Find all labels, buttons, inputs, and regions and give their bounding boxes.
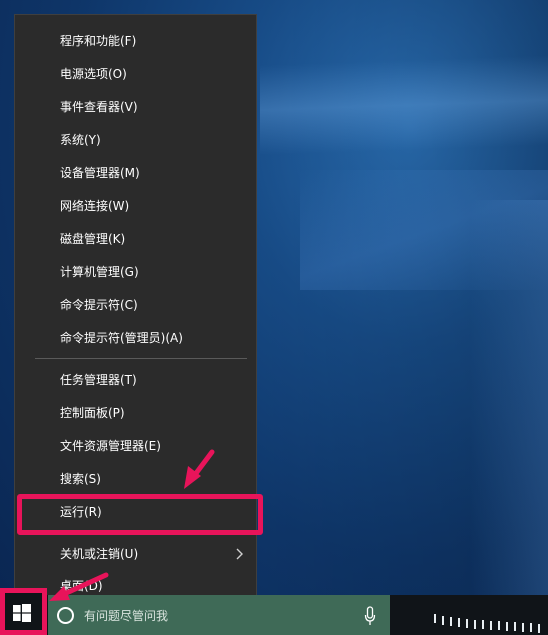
menu-item-desktop[interactable]: 桌面(D) (15, 571, 258, 597)
chevron-right-icon (236, 548, 243, 560)
menu-item-command-prompt-admin[interactable]: 命令提示符(管理员)(A) (15, 322, 258, 355)
menu-separator (35, 358, 247, 359)
wallpaper-window-pane (470, 200, 548, 620)
menu-item-search[interactable]: 搜索(S) (15, 463, 258, 496)
menu-item-disk-management[interactable]: 磁盘管理(K) (15, 223, 258, 256)
menu-item-computer-management[interactable]: 计算机管理(G) (15, 256, 258, 289)
highlight-box-run (17, 494, 263, 535)
menu-item-device-manager[interactable]: 设备管理器(M) (15, 157, 258, 190)
menu-item-system[interactable]: 系统(Y) (15, 124, 258, 157)
menu-item-shutdown-or-sign-out[interactable]: 关机或注销(U) (15, 538, 258, 571)
wallpaper-light-beam (260, 54, 548, 156)
cortana-icon (57, 607, 74, 624)
taskbar-icons (434, 614, 540, 633)
menu-item-power-options[interactable]: 电源选项(O) (15, 58, 258, 91)
menu-item-file-explorer[interactable]: 文件资源管理器(E) (15, 430, 258, 463)
menu-item-command-prompt[interactable]: 命令提示符(C) (15, 289, 258, 322)
menu-item-network-connections[interactable]: 网络连接(W) (15, 190, 258, 223)
windows-logo-icon (13, 604, 31, 622)
menu-item-task-manager[interactable]: 任务管理器(T) (15, 364, 258, 397)
menu-item-event-viewer[interactable]: 事件查看器(V) (15, 91, 258, 124)
microphone-icon[interactable] (364, 606, 376, 626)
menu-item-control-panel[interactable]: 控制面板(P) (15, 397, 258, 430)
search-input[interactable]: 有问题尽管问我 (84, 607, 168, 625)
menu-item-programs-and-features[interactable]: 程序和功能(F) (15, 25, 258, 58)
